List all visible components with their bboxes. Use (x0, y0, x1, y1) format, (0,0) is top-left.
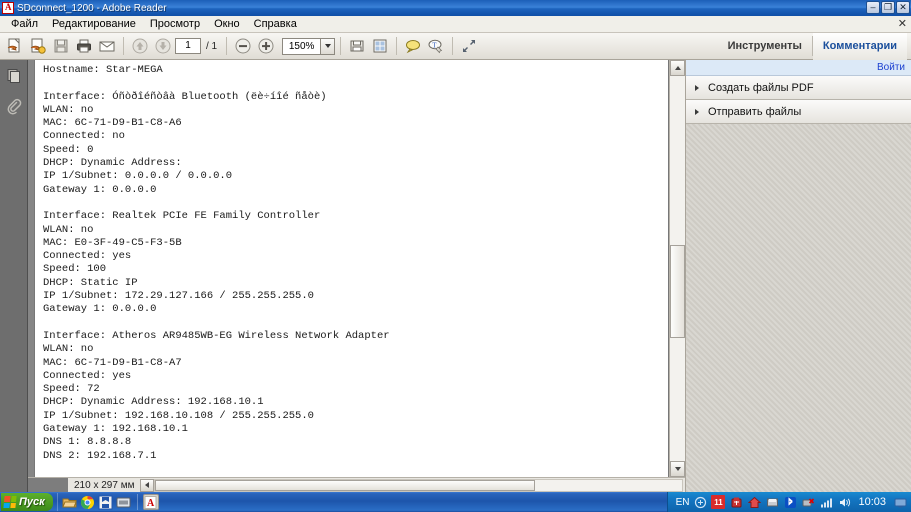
vertical-scroll-thumb[interactable] (670, 245, 685, 338)
horizontal-scroll-track[interactable] (154, 478, 683, 492)
show-desktop-icon[interactable] (893, 495, 907, 509)
window-title: SDconnect_1200 - Adobe Reader (17, 2, 167, 14)
taskbar-explorer-icon[interactable] (62, 494, 78, 510)
attachments-paperclip-icon[interactable] (4, 96, 24, 116)
menu-view[interactable]: Просмотр (143, 17, 207, 31)
main-toolbar: 1 / 1 150% T Инструменты Комментарии (0, 32, 911, 60)
chevron-down-icon[interactable] (320, 37, 336, 55)
tray-disk-icon[interactable] (765, 495, 779, 509)
tray-language-indicator[interactable]: EN (676, 497, 690, 508)
arrow-up-icon[interactable] (129, 35, 151, 57)
taskbar-adobe-reader-icon[interactable]: A (142, 494, 159, 510)
toolbar-divider (340, 37, 342, 55)
page-total-label: / 1 (206, 40, 218, 52)
minus-circle-icon[interactable] (232, 35, 254, 57)
page-number-input[interactable]: 1 (175, 38, 201, 54)
vertical-scrollbar[interactable] (669, 60, 685, 477)
page-size-label: 210 x 297 мм (74, 479, 135, 491)
zoom-level-input[interactable]: 150% (282, 37, 321, 55)
minimize-button[interactable]: – (866, 1, 880, 14)
save-icon[interactable] (50, 35, 72, 57)
print-icon[interactable] (73, 35, 95, 57)
tray-home-icon[interactable] (747, 495, 761, 509)
task-pane: Войти Создать файлы PDF Отправить файлы (685, 60, 911, 492)
pdf-icon (2, 2, 14, 14)
email-icon[interactable] (96, 35, 118, 57)
pdf-page: Hostname: Star-MEGA Interface: Óñòðîéñòâ… (34, 60, 669, 477)
tray-clock[interactable]: 10:03 (855, 496, 889, 508)
taskpane-empty-area (686, 124, 911, 492)
chevron-right-icon (694, 84, 701, 92)
signin-link[interactable]: Войти (877, 62, 905, 73)
tray-antivirus-icon[interactable] (729, 495, 743, 509)
menu-file[interactable]: Файл (4, 17, 45, 31)
title-bar: SDconnect_1200 - Adobe Reader – ❐ ✕ (0, 0, 911, 16)
page-thumbnails-icon[interactable] (4, 66, 24, 86)
taskpane-send-files[interactable]: Отправить файлы (686, 100, 911, 124)
navigation-rail (0, 60, 28, 492)
tray-signal-icon[interactable] (819, 495, 833, 509)
taskpane-send-files-label: Отправить файлы (708, 105, 802, 118)
taskbar-chrome-icon[interactable] (80, 494, 96, 510)
start-button[interactable]: Пуск (1, 493, 53, 511)
scroll-down-button[interactable] (670, 461, 685, 477)
menu-bar: Файл Редактирование Просмотр Окно Справк… (0, 16, 911, 33)
signin-row: Войти (686, 60, 911, 76)
expand-arrows-icon[interactable] (458, 35, 480, 57)
document-viewport: Hostname: Star-MEGA Interface: Óñòðîéñòâ… (28, 60, 685, 492)
scroll-up-button[interactable] (670, 60, 685, 76)
save-snapshot-icon[interactable] (346, 35, 368, 57)
comment-bubble-icon[interactable] (402, 35, 424, 57)
toolbar-right-tabs: Инструменты Комментарии (718, 32, 907, 60)
windows-logo-icon (3, 496, 17, 508)
taskpane-create-pdf-label: Создать файлы PDF (708, 81, 814, 94)
workspace: Hostname: Star-MEGA Interface: Óñòðîéñòâ… (0, 60, 911, 492)
start-button-label: Пуск (19, 496, 45, 508)
quick-launch-bar: A (56, 493, 163, 511)
page-layout-icon[interactable] (369, 35, 391, 57)
tray-calendar-badge: 11 (714, 497, 723, 507)
menu-edit[interactable]: Редактирование (45, 17, 143, 31)
toolbar-divider (226, 37, 228, 55)
chevron-right-icon (694, 108, 701, 116)
toolbar-divider (123, 37, 124, 55)
highlight-text-icon[interactable]: T (425, 35, 447, 57)
vertical-scroll-track[interactable] (670, 76, 685, 461)
tab-comments[interactable]: Комментарии (812, 32, 907, 60)
pdf-page-text: Hostname: Star-MEGA Interface: Óñòðîéñòâ… (43, 64, 390, 462)
windows-taskbar: Пуск A EN 11 10:03 (0, 492, 911, 512)
tray-accessibility-icon[interactable] (693, 495, 707, 509)
tray-network-error-icon[interactable] (801, 495, 815, 509)
scroll-left-button[interactable] (140, 478, 155, 492)
adobe-reader-window: SDconnect_1200 - Adobe Reader – ❐ ✕ Файл… (0, 0, 911, 512)
tray-calendar-icon[interactable]: 11 (711, 495, 726, 509)
status-left-pad (28, 478, 68, 492)
svg-text:A: A (147, 498, 155, 509)
taskpane-create-pdf[interactable]: Создать файлы PDF (686, 76, 911, 100)
plus-circle-icon[interactable] (255, 35, 277, 57)
tab-tools[interactable]: Инструменты (718, 33, 812, 60)
menu-help[interactable]: Справка (247, 17, 304, 31)
open-file-icon[interactable] (4, 35, 26, 57)
restore-button[interactable]: ❐ (881, 1, 895, 14)
menu-window[interactable]: Окно (207, 17, 247, 31)
document-close-button[interactable]: ✕ (898, 18, 907, 30)
toolbar-divider (396, 37, 398, 55)
tray-volume-icon[interactable] (837, 495, 851, 509)
status-bar: 210 x 297 мм (28, 477, 685, 492)
horizontal-scroll-thumb[interactable] (155, 479, 535, 491)
window-controls: – ❐ ✕ (866, 1, 910, 14)
tray-bluetooth-icon[interactable] (783, 495, 797, 509)
create-pdf-icon[interactable] (27, 35, 49, 57)
arrow-down-icon[interactable] (152, 35, 174, 57)
close-button[interactable]: ✕ (896, 1, 910, 14)
system-tray: EN 11 10:03 (666, 492, 911, 512)
taskbar-divider (136, 494, 138, 510)
page-scroll-area: Hostname: Star-MEGA Interface: Óñòðîéñòâ… (28, 60, 685, 477)
taskbar-window-icon[interactable] (116, 494, 132, 510)
taskbar-blue-app-icon[interactable] (98, 494, 114, 510)
toolbar-divider (452, 37, 454, 55)
